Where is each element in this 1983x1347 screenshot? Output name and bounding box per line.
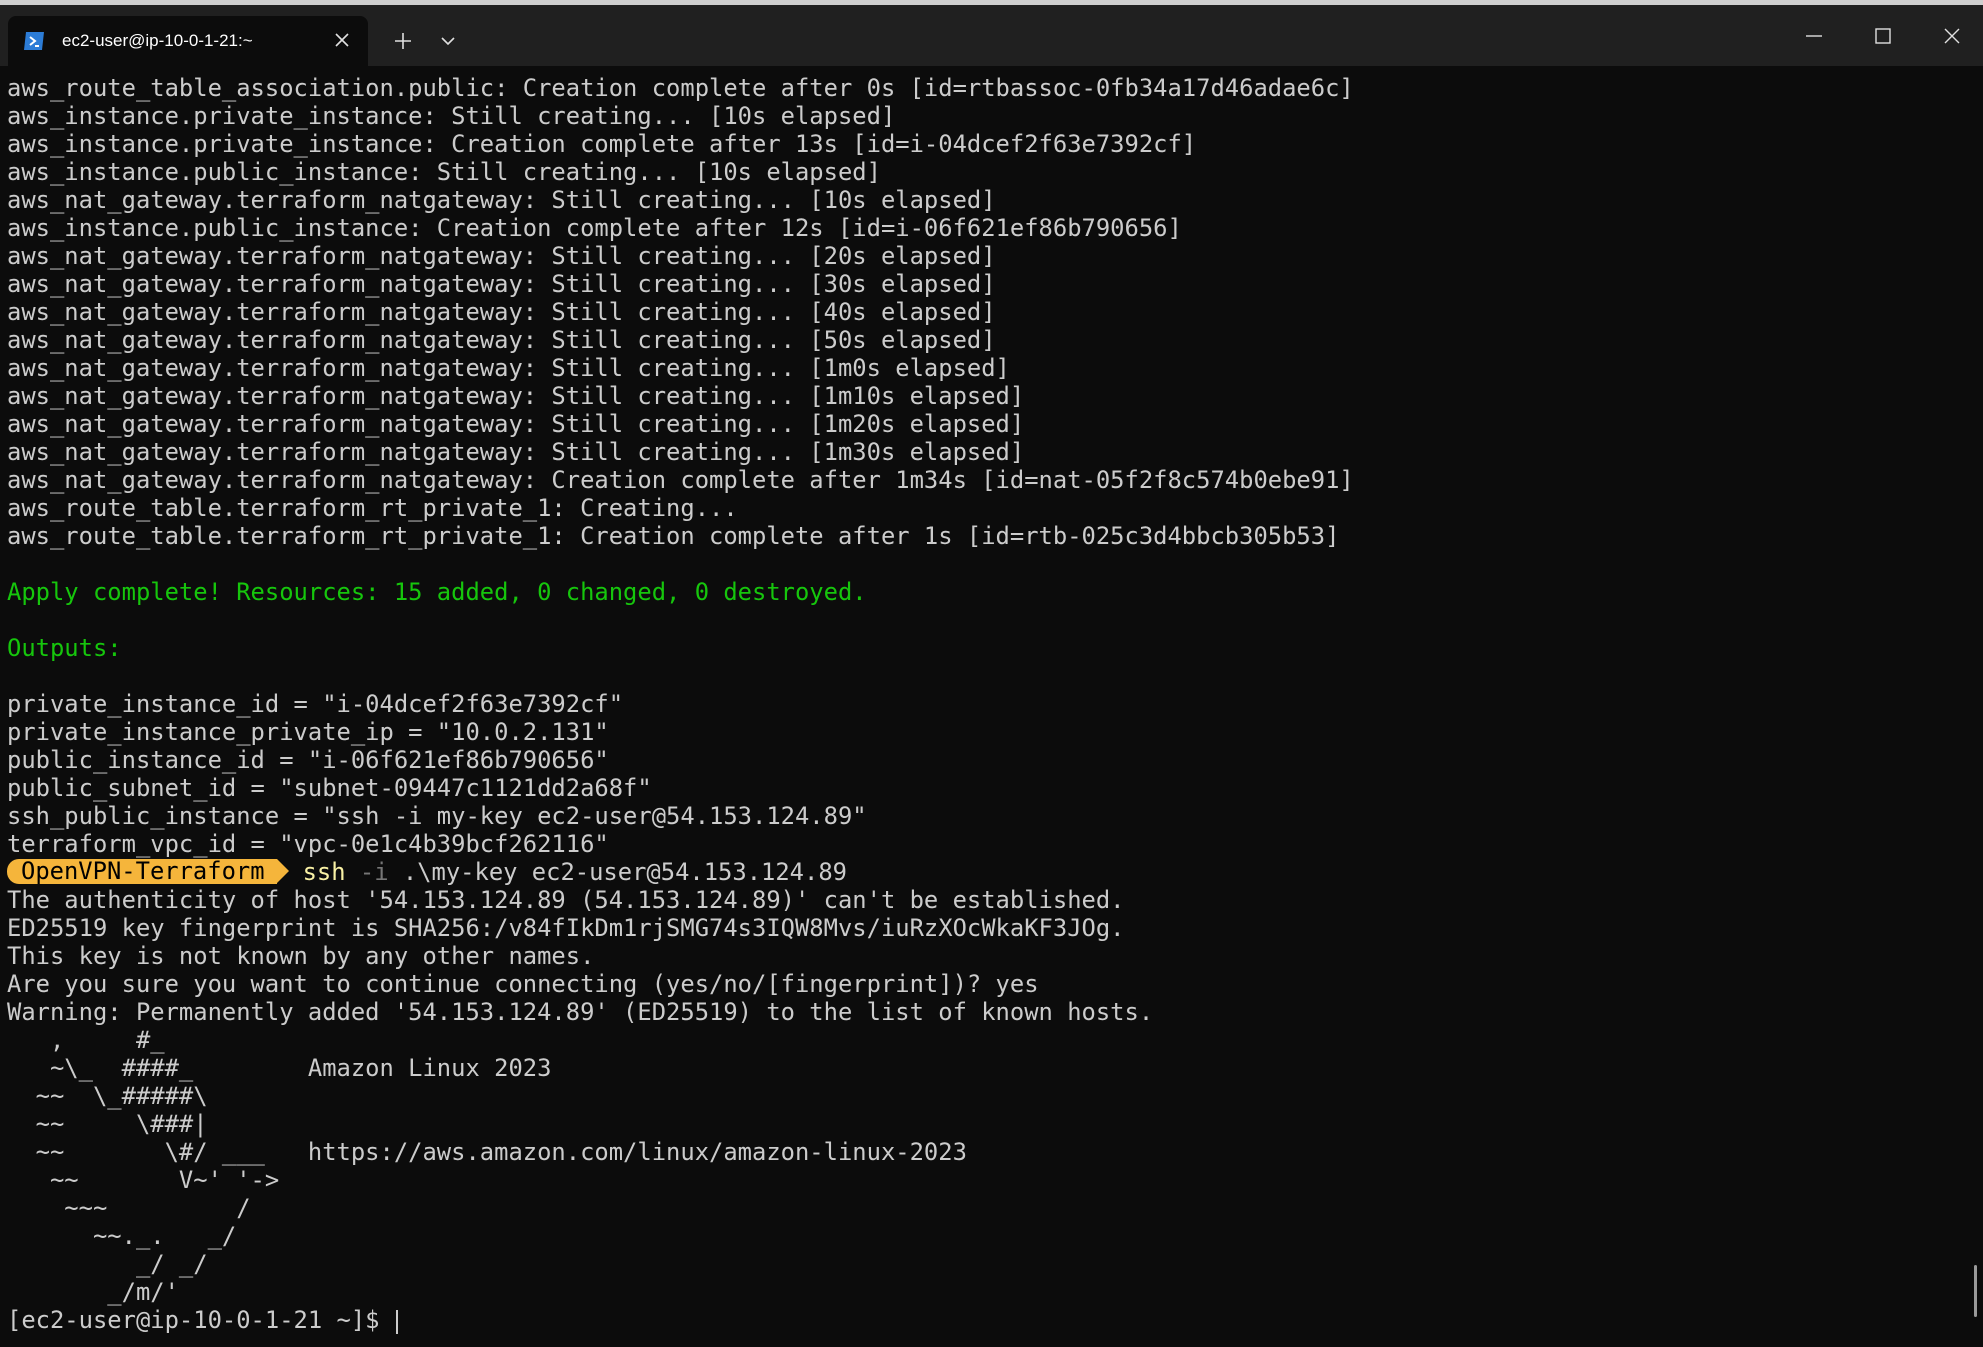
output-line: private_instance_id = "i-04dcef2f63e7392… xyxy=(7,690,624,718)
log-line: aws_route_table.terraform_rt_private_1: … xyxy=(7,494,738,522)
terminal-output[interactable]: aws_route_table_association.public: Crea… xyxy=(0,66,1983,1347)
log-line: aws_instance.public_instance: Creation c… xyxy=(7,214,1182,242)
ssh-line: Are you sure you want to continue connec… xyxy=(7,970,1039,998)
ssh-line: Warning: Permanently added '54.153.124.8… xyxy=(7,998,1154,1026)
powershell-icon xyxy=(22,30,46,52)
ssh-line: The authenticity of host '54.153.124.89 … xyxy=(7,886,1125,914)
command-line: OpenVPN-Terraform ssh -i .\my-key ec2-use… xyxy=(7,858,1983,886)
log-line: aws_nat_gateway.terraform_natgateway: St… xyxy=(7,382,1025,410)
log-line: aws_nat_gateway.terraform_natgateway: St… xyxy=(7,326,996,354)
terminal-window: ec2-user@ip-10-0-1-21:~ aws_route_table_… xyxy=(0,0,1983,1347)
shell-prompt: [ec2-user@ip-10-0-1-21 ~]$ xyxy=(7,1306,394,1334)
outputs-header: Outputs: xyxy=(7,634,122,662)
log-line: aws_nat_gateway.terraform_natgateway: St… xyxy=(7,438,1025,466)
maximize-icon[interactable] xyxy=(1849,10,1917,62)
command-name: ssh xyxy=(302,858,346,886)
output-line: ssh_public_instance = "ssh -i my-key ec2… xyxy=(7,802,867,830)
log-line: aws_nat_gateway.terraform_natgateway: St… xyxy=(7,410,1025,438)
close-icon[interactable] xyxy=(330,28,354,52)
tab-title: ec2-user@ip-10-0-1-21:~ xyxy=(62,31,253,50)
banner-line: ~~ V~' '-> xyxy=(7,1166,280,1194)
log-line: aws_nat_gateway.terraform_natgateway: St… xyxy=(7,298,996,326)
banner-line: ~~ \_#####\ xyxy=(7,1082,208,1110)
minimize-icon[interactable] xyxy=(1780,10,1848,62)
banner-line: ~\_ ####_ Amazon Linux 2023 xyxy=(7,1054,552,1082)
log-line: aws_route_table_association.public: Crea… xyxy=(7,74,1354,102)
log-line: aws_nat_gateway.terraform_natgateway: St… xyxy=(7,242,996,270)
text-cursor xyxy=(395,1309,398,1334)
close-icon[interactable] xyxy=(1918,10,1983,62)
banner-line: ~~ \#/ ___ https://aws.amazon.com/linux/… xyxy=(7,1138,967,1166)
plus-icon[interactable] xyxy=(385,23,421,59)
log-line: aws_nat_gateway.terraform_natgateway: St… xyxy=(7,186,996,214)
scrollbar-thumb[interactable] xyxy=(1974,1265,1977,1317)
ssh-line: ED25519 key fingerprint is SHA256:/v84fI… xyxy=(7,914,1125,942)
command-args: .\my-key ec2-user@54.153.124.89 xyxy=(402,858,847,886)
log-line: aws_route_table.terraform_rt_private_1: … xyxy=(7,522,1340,550)
title-bar: ec2-user@ip-10-0-1-21:~ xyxy=(0,5,1983,66)
tab-active[interactable]: ec2-user@ip-10-0-1-21:~ xyxy=(8,16,368,66)
output-line: terraform_vpc_id = "vpc-0e1c4b39bcf26211… xyxy=(7,830,609,858)
ssh-line: This key is not known by any other names… xyxy=(7,942,595,970)
log-line: aws_nat_gateway.terraform_natgateway: St… xyxy=(7,354,1010,382)
log-line: aws_instance.private_instance: Still cre… xyxy=(7,102,896,130)
log-line: aws_nat_gateway.terraform_natgateway: St… xyxy=(7,270,996,298)
banner-line: _/m/' xyxy=(7,1278,179,1306)
shell-prompt-line[interactable]: [ec2-user@ip-10-0-1-21 ~]$ xyxy=(7,1306,1983,1334)
log-line: aws_instance.private_instance: Creation … xyxy=(7,130,1197,158)
banner-line: _/ _/ xyxy=(7,1250,208,1278)
log-line: aws_nat_gateway.terraform_natgateway: Cr… xyxy=(7,466,1354,494)
log-line: aws_instance.public_instance: Still crea… xyxy=(7,158,881,186)
command-flag: -i xyxy=(359,858,389,886)
apply-summary: Apply complete! Resources: 15 added, 0 c… xyxy=(7,578,867,606)
prompt-arrow xyxy=(276,859,289,883)
banner-line: ~~._. _/ xyxy=(7,1222,237,1250)
banner-line: ~~~ / xyxy=(7,1194,251,1222)
prompt-label: OpenVPN-Terraform xyxy=(7,859,277,884)
output-line: private_instance_private_ip = "10.0.2.13… xyxy=(7,718,609,746)
output-line: public_subnet_id = "subnet-09447c1121dd2… xyxy=(7,774,652,802)
chevron-down-icon[interactable] xyxy=(430,23,466,59)
banner-line: ~~ \###| xyxy=(7,1110,208,1138)
output-line: public_instance_id = "i-06f621ef86b79065… xyxy=(7,746,609,774)
banner-line: , #_ xyxy=(7,1026,165,1054)
